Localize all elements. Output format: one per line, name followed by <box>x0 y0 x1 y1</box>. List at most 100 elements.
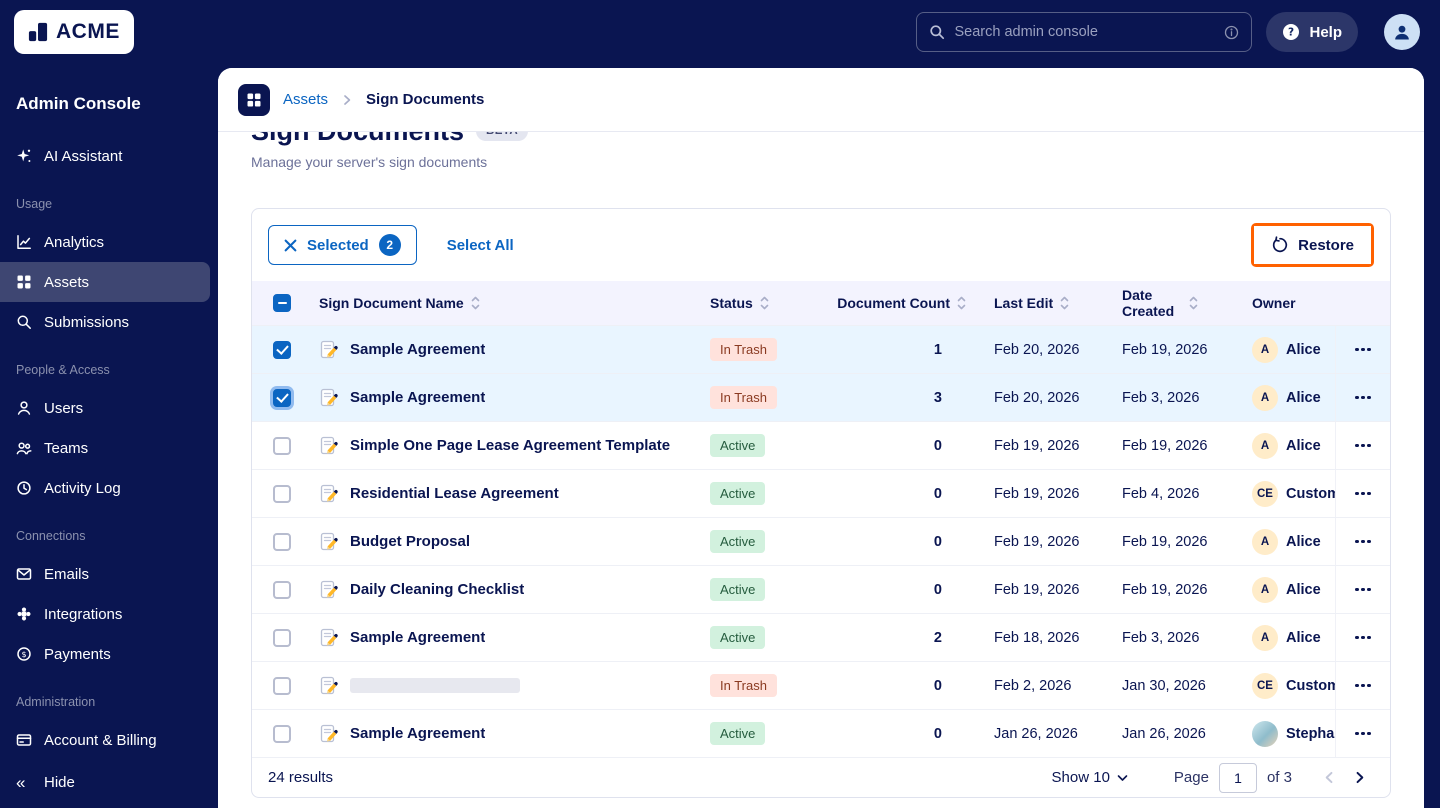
owner-name: Alice <box>1286 629 1321 646</box>
document-name[interactable]: Sample Agreement <box>350 629 485 646</box>
table-header: Sign Document Name Status Document Count… <box>252 281 1390 325</box>
row-actions-button[interactable] <box>1349 532 1377 552</box>
select-all-checkbox[interactable] <box>273 294 291 312</box>
help-button[interactable]: ? Help <box>1266 12 1358 52</box>
page-label: Page <box>1173 769 1209 786</box>
sidebar-item-ai-assistant[interactable]: AI Assistant <box>0 136 218 176</box>
column-header-status[interactable]: Status <box>710 295 835 311</box>
document-name[interactable]: Daily Cleaning Checklist <box>350 581 524 598</box>
document-name[interactable]: Budget Proposal <box>350 533 470 550</box>
sidebar-item-label: Emails <box>44 565 90 583</box>
table-row[interactable]: In Trash 0 Feb 2, 2026 Jan 30, 2026 CE C… <box>252 661 1390 709</box>
restore-button[interactable]: Restore <box>1254 226 1371 264</box>
sidebar-item-analytics[interactable]: Analytics <box>0 222 218 262</box>
document-count: 0 <box>933 677 942 694</box>
status-badge: In Trash <box>710 338 777 361</box>
table-row[interactable]: Residential Lease Agreement Active 0 Feb… <box>252 469 1390 517</box>
sidebar-item-emails[interactable]: Emails <box>0 554 218 594</box>
column-header-last-edit[interactable]: Last Edit <box>974 295 1109 311</box>
row-checkbox[interactable] <box>273 532 291 551</box>
svg-text:?: ? <box>1288 27 1294 39</box>
restore-icon <box>1271 236 1289 254</box>
row-actions-button[interactable] <box>1349 676 1377 696</box>
admin-search[interactable] <box>916 12 1253 52</box>
sort-icon <box>471 296 480 310</box>
document-name[interactable]: Sample Agreement <box>350 725 485 742</box>
document-name[interactable]: Sample Agreement <box>350 341 485 358</box>
row-actions-button[interactable] <box>1349 436 1377 456</box>
sidebar-item-users[interactable]: Users <box>0 388 218 428</box>
sidebar-item-teams[interactable]: Teams <box>0 428 218 468</box>
table-row[interactable]: Sample Agreement In Trash 1 Feb 20, 2026… <box>252 325 1390 373</box>
page-size-dropdown[interactable]: Show 10 <box>1052 769 1128 786</box>
sidebar-item-payments[interactable]: $ Payments <box>0 634 218 674</box>
restore-label: Restore <box>1298 236 1354 254</box>
column-header-count[interactable]: Document Count <box>835 295 974 311</box>
row-actions-button[interactable] <box>1349 340 1377 360</box>
document-name[interactable]: Sample Agreement <box>350 389 485 406</box>
row-actions-button[interactable] <box>1349 484 1377 504</box>
sidebar-item-integrations[interactable]: Integrations <box>0 594 218 634</box>
info-icon <box>1224 25 1239 40</box>
user-avatar-button[interactable] <box>1384 14 1420 50</box>
row-checkbox[interactable] <box>273 436 291 455</box>
owner-avatar: A <box>1252 384 1278 411</box>
owner-avatar: A <box>1252 336 1278 363</box>
column-header-name[interactable]: Sign Document Name <box>312 295 710 311</box>
select-all-button[interactable]: Select All <box>447 237 514 254</box>
sidebar-item-label: Analytics <box>44 233 105 251</box>
sidebar-item-submissions[interactable]: Submissions <box>0 302 218 342</box>
acme-logo[interactable]: ACME <box>14 10 134 54</box>
sidebar-section-label: Administration <box>16 695 96 709</box>
owner-avatar: A <box>1252 576 1278 603</box>
sidebar-item-assets[interactable]: Assets <box>0 262 210 302</box>
table-row[interactable]: Daily Cleaning Checklist Active 0 Feb 19… <box>252 565 1390 613</box>
table-row[interactable]: Sample Agreement In Trash 3 Feb 20, 2026… <box>252 373 1390 421</box>
sidebar-item-label: Teams <box>44 439 89 457</box>
next-page-button[interactable] <box>1344 763 1374 793</box>
row-actions-button[interactable] <box>1349 628 1377 648</box>
row-checkbox[interactable] <box>273 676 291 695</box>
sign-documents-card: Selected 2 Select All Restore Sign Docum… <box>251 208 1391 798</box>
document-name[interactable]: Residential Lease Agreement <box>350 485 559 502</box>
row-checkbox[interactable] <box>273 388 291 407</box>
row-checkbox[interactable] <box>273 340 291 359</box>
last-edit-date: Feb 19, 2026 <box>994 485 1080 502</box>
sidebar-item-activity-log[interactable]: Activity Log <box>0 468 218 508</box>
page-number-input[interactable] <box>1218 762 1257 793</box>
row-checkbox[interactable] <box>273 580 291 599</box>
owner-avatar: A <box>1252 432 1278 459</box>
previous-page-button[interactable] <box>1314 763 1344 793</box>
table-row[interactable]: Sample Agreement Active 2 Feb 18, 2026 F… <box>252 613 1390 661</box>
last-edit-date: Feb 19, 2026 <box>994 437 1080 454</box>
chevron-down-icon <box>1117 774 1128 782</box>
row-checkbox[interactable] <box>273 628 291 647</box>
row-checkbox[interactable] <box>273 724 291 743</box>
row-actions-button[interactable] <box>1349 724 1377 744</box>
sidebar-item-account-billing[interactable]: Account & Billing <box>0 720 218 760</box>
row-checkbox[interactable] <box>273 484 291 503</box>
table-row[interactable]: Simple One Page Lease Agreement Template… <box>252 421 1390 469</box>
sidebar-hide-row: « Hide <box>0 762 218 802</box>
row-actions-button[interactable] <box>1349 388 1377 408</box>
search-input[interactable] <box>954 24 1216 40</box>
assets-grid-icon[interactable] <box>238 83 270 116</box>
breadcrumb-link-assets[interactable]: Assets <box>283 91 328 108</box>
row-actions-button[interactable] <box>1349 580 1377 600</box>
clear-selection-button[interactable]: Selected 2 <box>268 225 417 265</box>
hide-sidebar-button[interactable]: « Hide <box>0 762 218 802</box>
collapse-icon: « <box>16 773 26 792</box>
document-name[interactable]: Simple One Page Lease Agreement Template <box>350 437 670 454</box>
column-header-date-created[interactable]: Date Created <box>1109 287 1239 319</box>
document-count: 2 <box>933 629 942 646</box>
sign-document-icon <box>319 580 339 600</box>
table-row[interactable]: Budget Proposal Active 0 Feb 19, 2026 Fe… <box>252 517 1390 565</box>
owner-name: Alice <box>1286 389 1321 406</box>
user-icon <box>16 400 32 416</box>
sparkles-icon <box>16 148 32 164</box>
main-panel: Assets Sign Documents Sign Documents BET… <box>218 68 1424 808</box>
title-badge: BETA <box>476 132 529 141</box>
date-created: Feb 3, 2026 <box>1122 389 1200 406</box>
sort-icon <box>957 296 966 310</box>
table-row[interactable]: Sample Agreement Active 0 Jan 26, 2026 J… <box>252 709 1390 757</box>
